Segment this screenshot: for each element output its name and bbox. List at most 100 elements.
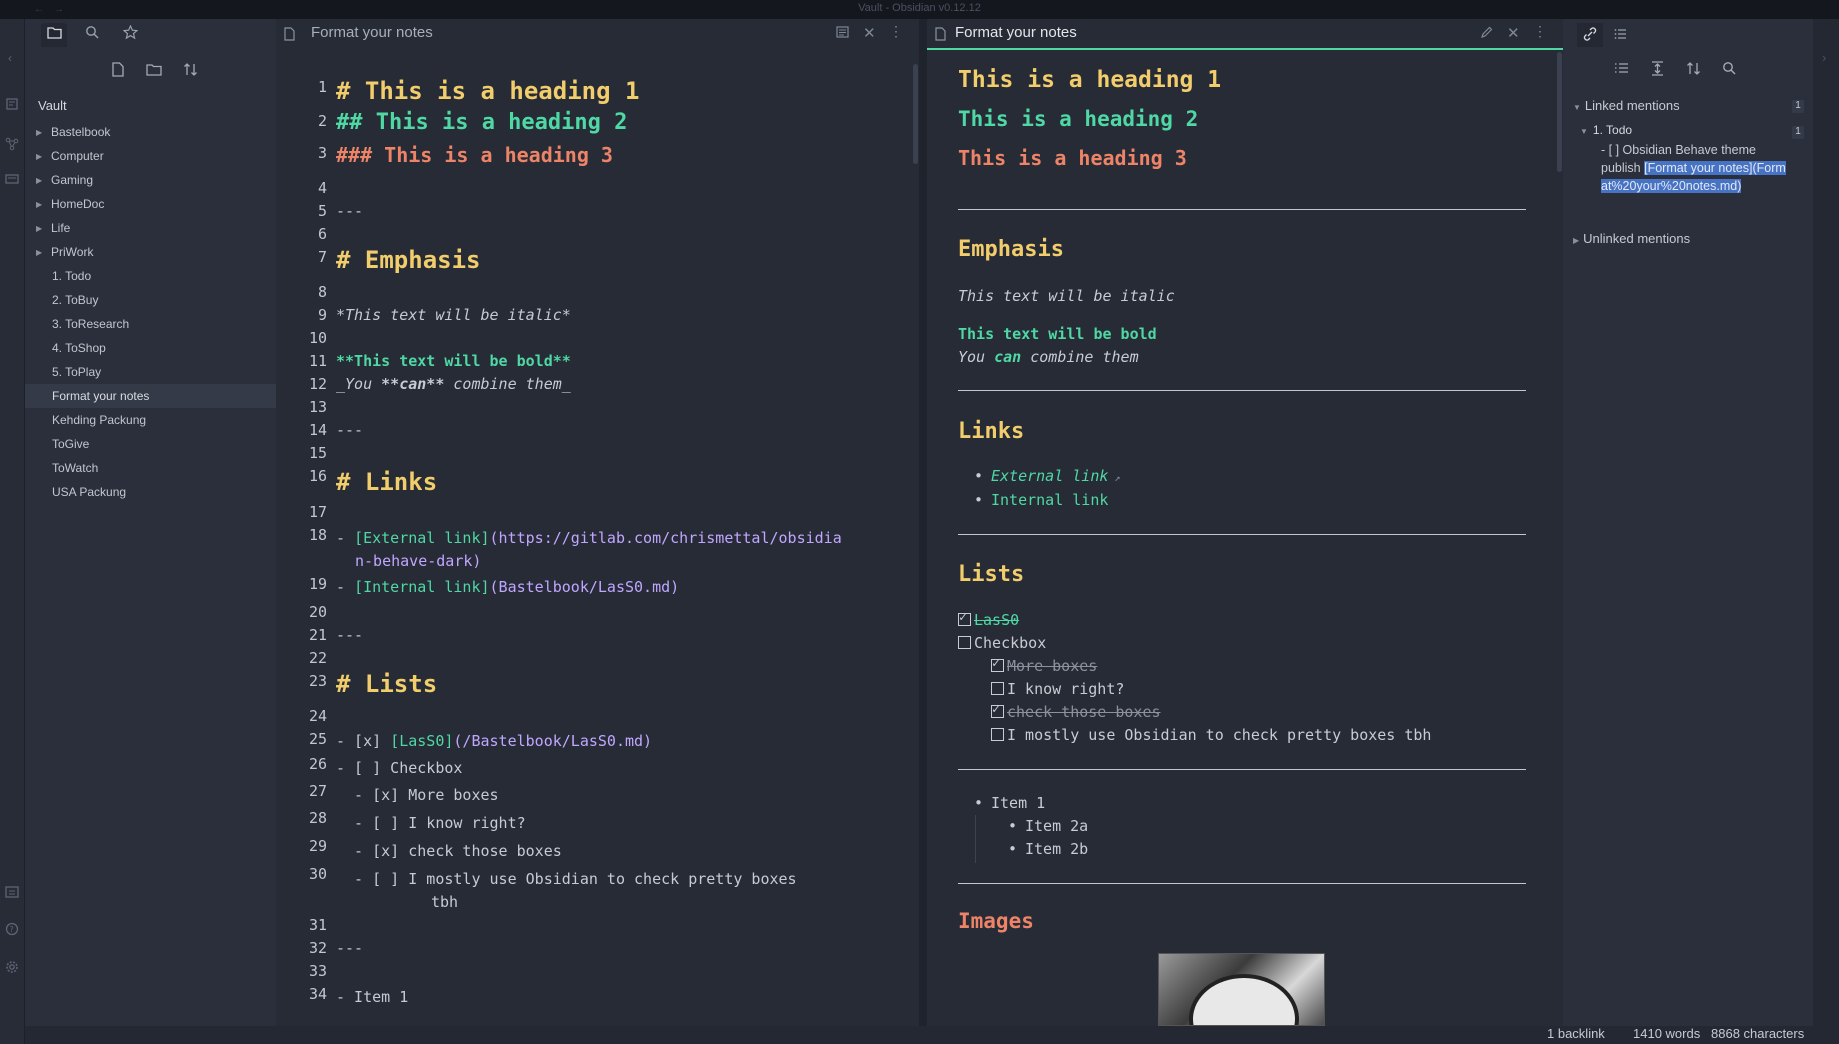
collapse-results-icon[interactable] <box>1611 58 1631 78</box>
file-item[interactable]: 3. ToResearch <box>25 312 276 336</box>
line-number: 12 <box>308 375 327 393</box>
backlink-file-count: 1 <box>1792 126 1804 139</box>
unlinked-mentions-header[interactable]: ▶ Unlinked mentions <box>1573 231 1690 246</box>
checkbox[interactable] <box>958 636 971 649</box>
more-options-icon[interactable]: ⋮ <box>889 23 903 40</box>
tab-search[interactable] <box>79 23 105 47</box>
collapse-left-icon[interactable]: ‹ <box>8 51 24 67</box>
horizontal-rule <box>958 209 1526 210</box>
list-item: Item 1 <box>991 794 1046 812</box>
markdown-source[interactable]: 1 # This is a heading 1 2 ## This is a h… <box>276 50 906 1026</box>
editor-title[interactable]: Format your notes <box>311 24 433 41</box>
internal-link[interactable]: Internal link <box>991 491 1559 509</box>
editor-pane: Format your notes ✕ ⋮ 1 # This is a head… <box>276 19 919 1026</box>
source-heading-3: ### This is a heading 3 <box>336 143 613 167</box>
expanded-arrow-icon: ▼ <box>1573 103 1581 112</box>
horizontal-rule <box>958 534 1526 535</box>
preview-heading-lists: Lists <box>958 562 1025 587</box>
checkbox-checked[interactable] <box>991 656 1004 672</box>
sort-icon[interactable] <box>180 59 200 79</box>
status-character-count: 8868 characters <box>1711 1026 1805 1041</box>
file-item[interactable]: Kehding Packung <box>25 408 276 432</box>
file-item[interactable]: 5. ToPlay <box>25 360 276 384</box>
folder-item[interactable]: ▶ Life <box>25 216 276 240</box>
collapse-right-icon[interactable]: › <box>1822 50 1826 65</box>
folder-item[interactable]: ▶ Computer <box>25 144 276 168</box>
line-number: 26 <box>308 755 327 773</box>
open-quick-switcher-icon[interactable] <box>5 97 21 113</box>
combined-text: You can combine them <box>958 348 1139 366</box>
file-item[interactable]: USA Packung <box>25 480 276 504</box>
templates-icon[interactable] <box>5 172 21 188</box>
toggle-preview-icon[interactable] <box>836 26 849 41</box>
external-link[interactable]: External link ↗ <box>991 467 1559 485</box>
tab-starred[interactable] <box>117 23 143 47</box>
collapsed-arrow-icon: ▶ <box>36 151 43 161</box>
more-options-icon[interactable]: ⋮ <box>1533 23 1547 40</box>
folder-item[interactable]: ▶ HomeDoc <box>25 192 276 216</box>
vault-name[interactable]: Vault <box>38 98 67 113</box>
preview-scrollbar[interactable] <box>1557 52 1562 172</box>
status-backlinks[interactable]: 1 backlink <box>1547 1026 1605 1041</box>
line-number: 16 <box>308 467 327 485</box>
collapsed-arrow-icon: ▶ <box>36 223 43 233</box>
source-external-url-wrap: n-behave-dark) <box>355 552 482 570</box>
folder-item[interactable]: ▶ Gaming <box>25 168 276 192</box>
line-number: 14 <box>308 421 327 439</box>
source-heading-2: ## This is a heading 2 <box>336 110 628 135</box>
line-number: 18 <box>308 526 327 544</box>
settings-icon[interactable] <box>5 960 21 976</box>
task-item: I mostly use Obsidian to check pretty bo… <box>991 726 1559 744</box>
editor-scrollbar[interactable] <box>913 64 918 164</box>
folder-item[interactable]: ▶ Bastelbook <box>25 120 276 144</box>
show-more-context-icon[interactable] <box>1647 58 1667 78</box>
checkbox-checked[interactable] <box>958 610 971 626</box>
close-icon[interactable]: ✕ <box>1507 24 1520 42</box>
graph-view-icon[interactable] <box>5 137 21 153</box>
new-folder-icon[interactable] <box>144 59 164 79</box>
checkbox-checked[interactable] <box>991 702 1004 718</box>
tab-outline[interactable] <box>1607 23 1633 47</box>
help-icon[interactable]: ? <box>5 922 21 938</box>
edit-pencil-icon[interactable] <box>1480 26 1493 42</box>
line-number: 11 <box>308 352 327 370</box>
search-icon[interactable] <box>1719 58 1739 78</box>
line-number: 7 <box>317 248 327 266</box>
editor-header: Format your notes ✕ ⋮ <box>276 19 919 50</box>
source-internal-link: - [Internal link](Bastelbook/LasS0.md) <box>336 578 680 596</box>
file-item[interactable]: ToGive <box>25 432 276 456</box>
sort-icon[interactable] <box>1683 58 1703 78</box>
backlink-icon <box>1583 26 1597 44</box>
source-heading-links: # Links <box>336 468 438 496</box>
source-task-wrap: tbh <box>431 893 459 911</box>
embedded-image[interactable] <box>1158 953 1325 1026</box>
backlink-context[interactable]: - [ ] Obsidian Behave theme publish [For… <box>1601 141 1791 195</box>
file-explorer: Vault ▶ Bastelbook ▶ Computer ▶ Gaming ▶ Hom… <box>25 19 276 1026</box>
preview-title[interactable]: Format your notes <box>955 24 1077 41</box>
preview-pane: Format your notes ✕ ⋮ This is a heading … <box>927 19 1563 1026</box>
tab-backlinks[interactable] <box>1577 23 1603 47</box>
folder-item[interactable]: ▶ PriWork <box>25 240 276 264</box>
linked-mentions-count: 1 <box>1792 100 1804 113</box>
source-task: - [ ] Checkbox <box>336 759 463 777</box>
file-item[interactable]: 4. ToShop <box>25 336 276 360</box>
open-vault-icon[interactable] <box>5 885 21 901</box>
checkbox[interactable] <box>991 728 1004 741</box>
status-word-count: 1410 words <box>1633 1026 1701 1041</box>
source-hr: --- <box>336 626 364 644</box>
source-hr: --- <box>336 421 364 439</box>
new-note-icon[interactable] <box>108 59 128 79</box>
file-item[interactable]: ToWatch <box>25 456 276 480</box>
backlink-file[interactable]: ▼ 1. Todo <box>1580 123 1632 137</box>
close-icon[interactable]: ✕ <box>863 24 876 42</box>
star-icon <box>122 24 138 45</box>
tab-file-explorer[interactable] <box>41 22 67 47</box>
linked-mentions-header[interactable]: ▼ Linked mentions <box>1573 98 1680 113</box>
file-item-active[interactable]: Format your notes <box>25 384 276 408</box>
status-bar: 1 backlink 1410 words 8868 characters <box>1540 1026 1839 1044</box>
pane-divider[interactable] <box>919 19 927 1026</box>
file-item[interactable]: 2. ToBuy <box>25 288 276 312</box>
checkbox[interactable] <box>991 682 1004 695</box>
file-item[interactable]: 1. Todo <box>25 264 276 288</box>
line-number: 34 <box>308 985 327 1003</box>
